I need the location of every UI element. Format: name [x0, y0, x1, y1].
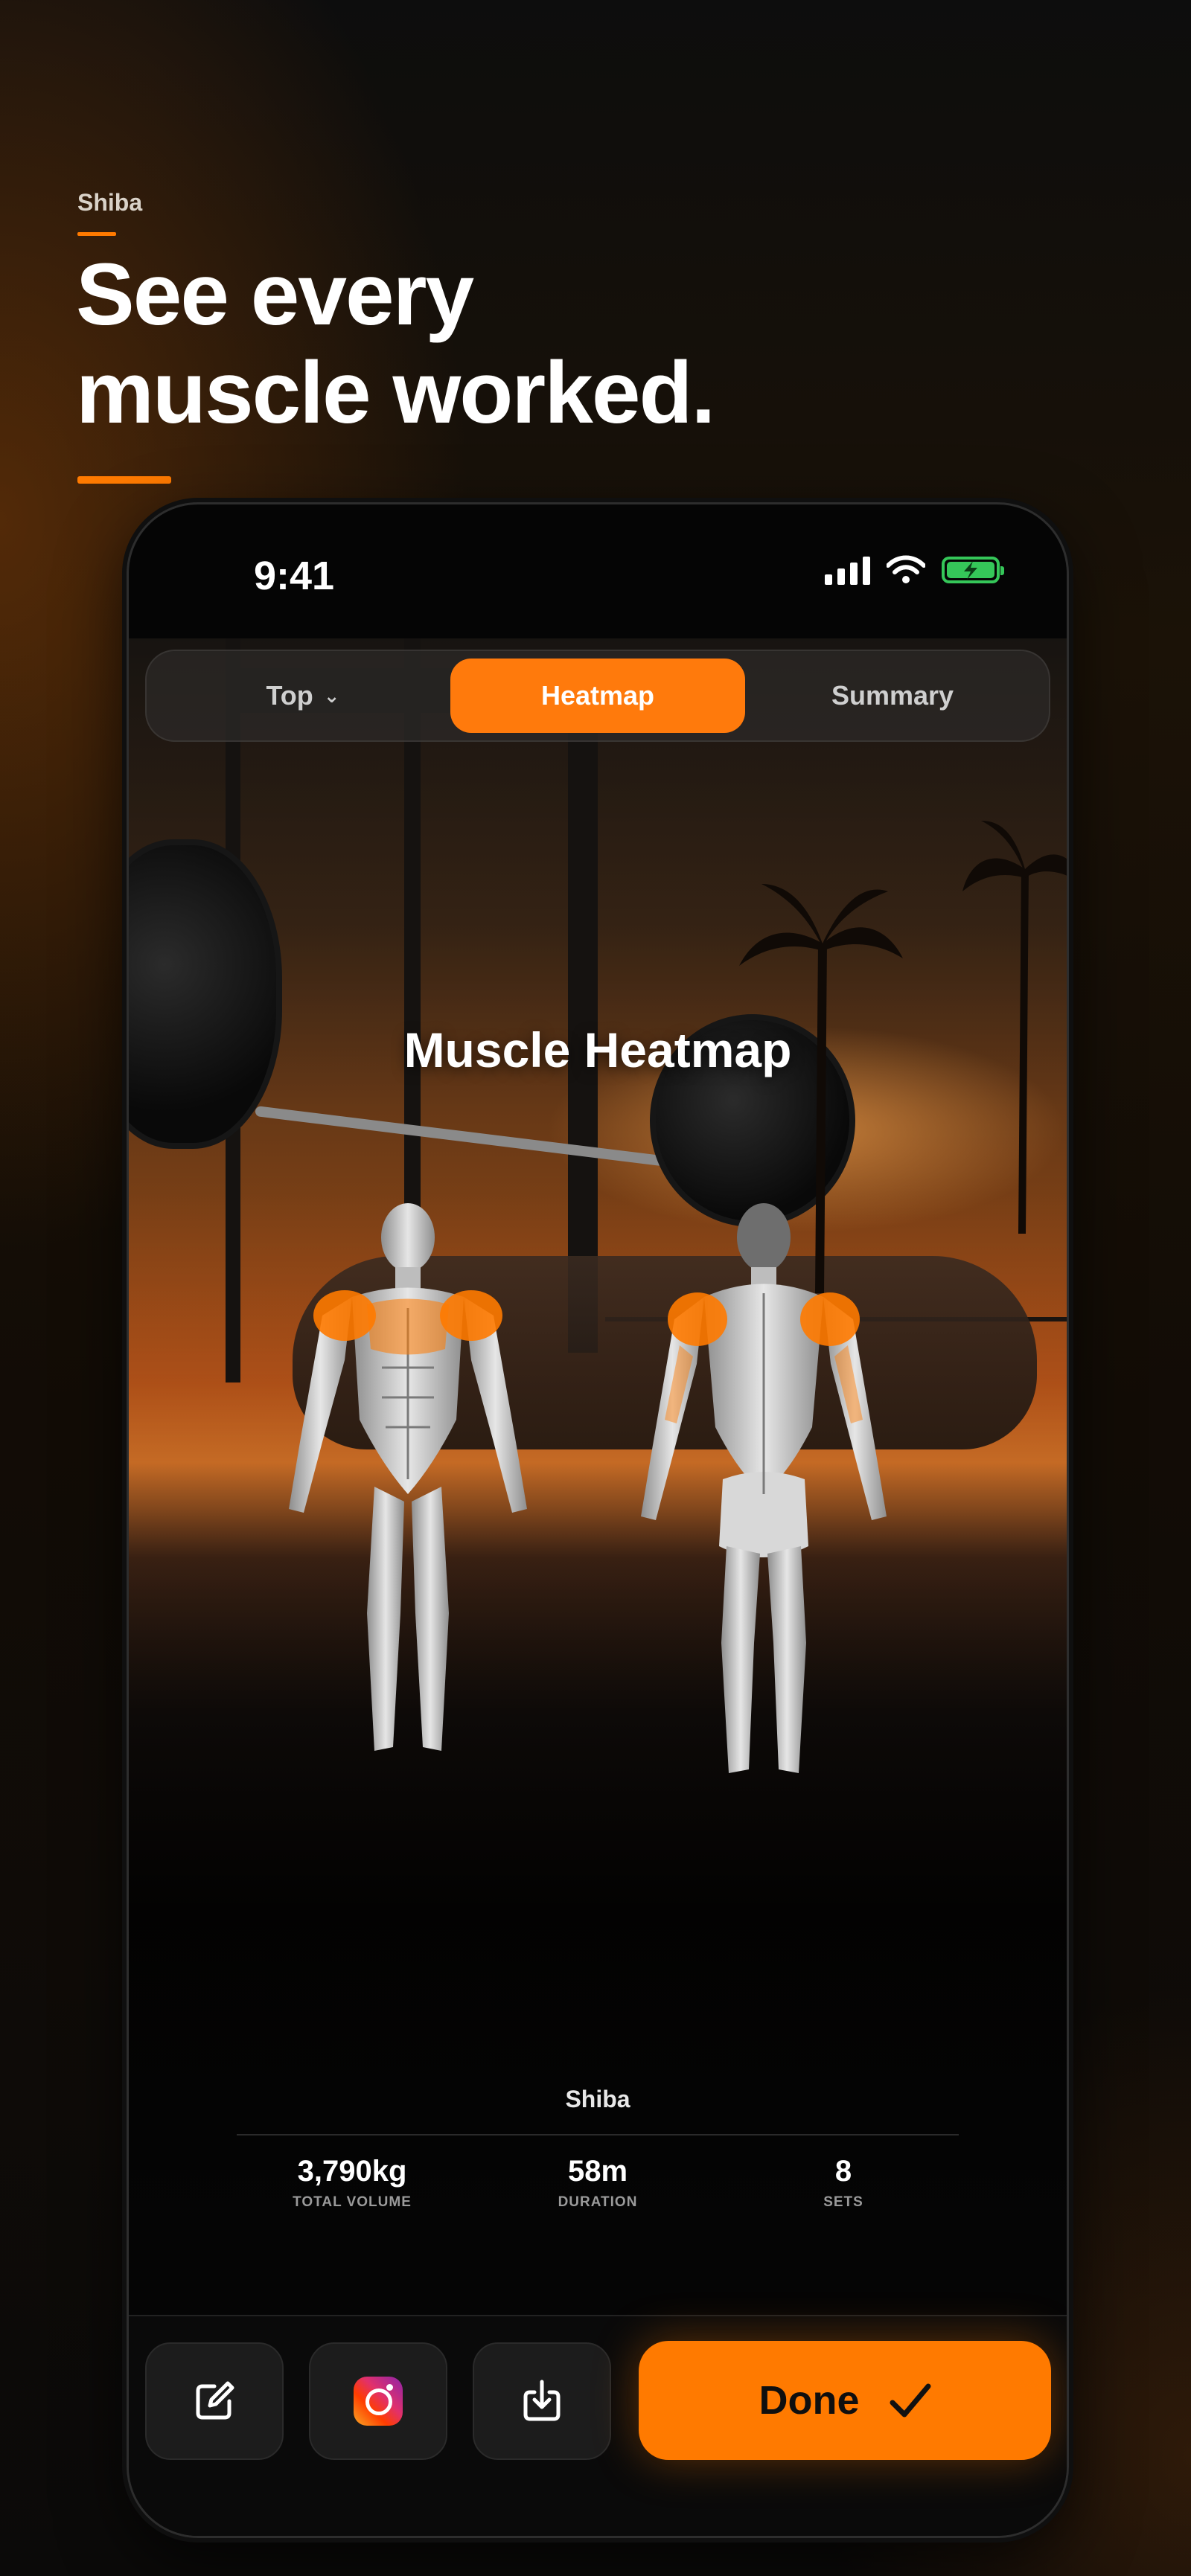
stat-label: SETS	[823, 2194, 863, 2210]
heatmap-title: Muscle Heatmap	[403, 1022, 792, 1077]
heat-rear-delt-right	[800, 1292, 860, 1346]
heat-shoulder-left	[313, 1290, 376, 1341]
heat-chest	[367, 1298, 449, 1355]
tab-heatmap[interactable]: Heatmap	[450, 659, 745, 733]
headline-line-2: muscle worked.	[76, 344, 715, 442]
workout-owner-name: Shiba	[565, 2086, 630, 2112]
instagram-icon	[354, 2377, 403, 2426]
instagram-share-button[interactable]	[309, 2342, 447, 2460]
download-icon	[523, 2380, 561, 2421]
heat-rear-delt-left	[668, 1292, 727, 1346]
body-back-figure	[641, 1203, 887, 1773]
view-tabs: Top ⌄ Heatmap Summary	[145, 650, 1050, 742]
stat-label: TOTAL VOLUME	[293, 2194, 412, 2210]
rack-post	[568, 683, 598, 1353]
stat-sets: 8 SETS	[721, 2155, 966, 2211]
stat-value: 3,790kg	[297, 2155, 407, 2188]
headline: See every muscle worked.	[76, 246, 715, 442]
status-time: 9:41	[254, 554, 335, 598]
wifi-icon	[887, 555, 925, 583]
phone-mockup: 9:41 Top ⌄ Heatmap Summary Muscle Heatma…	[127, 502, 1069, 2538]
brand-underline	[77, 232, 116, 236]
status-icons	[825, 555, 1004, 585]
stats-divider	[237, 2134, 959, 2136]
headline-underline	[77, 476, 171, 484]
download-button[interactable]	[473, 2342, 611, 2460]
tab-label: Top	[266, 680, 313, 711]
battery-charging-icon	[942, 557, 1004, 583]
tab-summary[interactable]: Summary	[745, 659, 1040, 733]
tab-label: Heatmap	[540, 680, 655, 711]
edit-button[interactable]	[145, 2342, 284, 2460]
heat-shoulder-right	[440, 1290, 502, 1341]
stat-duration: 58m DURATION	[475, 2155, 721, 2211]
barbell-plate-left	[129, 839, 282, 1149]
edit-icon	[196, 2381, 234, 2420]
stat-label: DURATION	[558, 2194, 638, 2210]
tab-top[interactable]: Top ⌄	[156, 659, 450, 733]
brand-label: Shiba	[77, 189, 143, 216]
chevron-down-icon: ⌄	[323, 684, 340, 707]
gym-photo-background	[129, 638, 1067, 2223]
body-front-figure	[289, 1203, 527, 1751]
signal-icon	[825, 555, 870, 585]
checkmark-icon	[890, 2383, 930, 2418]
done-button[interactable]: Done	[639, 2341, 1051, 2460]
stat-value: 8	[834, 2155, 852, 2188]
stat-total-volume: 3,790kg TOTAL VOLUME	[229, 2155, 475, 2211]
headline-line-1: See every	[76, 246, 474, 344]
done-label: Done	[759, 2378, 860, 2423]
tab-label: Summary	[831, 680, 954, 711]
stat-value: 58m	[567, 2155, 628, 2188]
